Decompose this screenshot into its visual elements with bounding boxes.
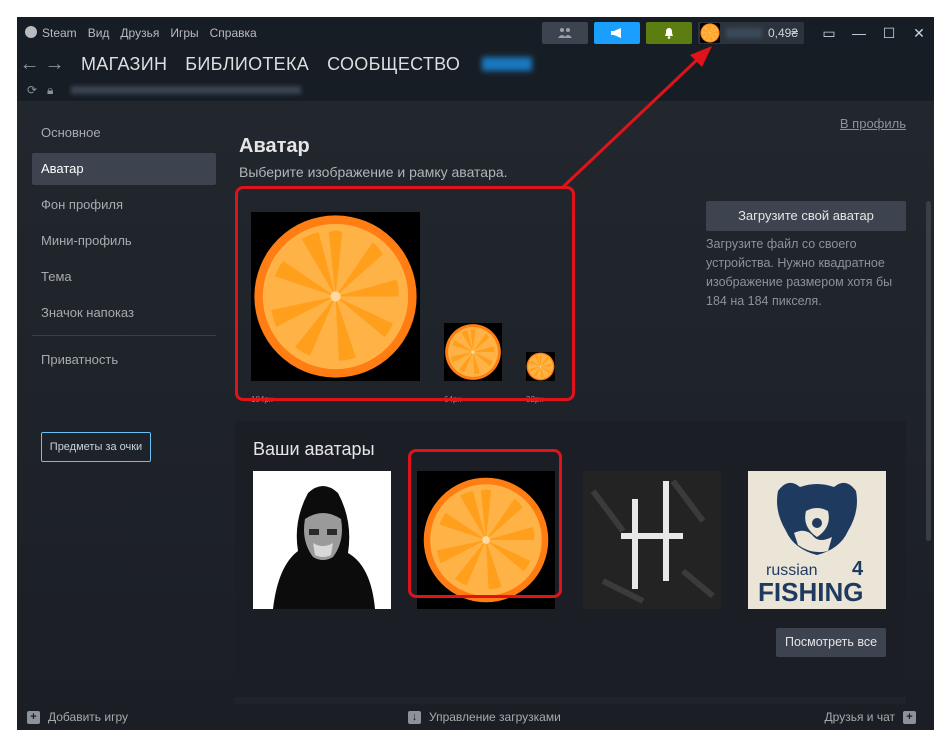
friends-chat-label: Друзья и чат <box>824 710 895 724</box>
avatar-option-hooded[interactable] <box>253 471 391 609</box>
wallet-balance: 0,49₴ <box>767 26 798 40</box>
title-bar: Steam Вид Друзья Игры Справка 0,49₴ ▭ — … <box>17 17 934 49</box>
url-blurred[interactable] <box>71 86 301 94</box>
account-menu[interactable]: 0,49₴ <box>697 22 804 44</box>
add-game-button[interactable]: + Добавить игру <box>27 710 128 724</box>
sidebar-item-badge[interactable]: Значок напоказ <box>32 297 216 329</box>
upload-description: Загрузите файл со своего устройства. Нуж… <box>706 237 893 308</box>
tab-library[interactable]: БИБЛИОТЕКА <box>185 54 309 75</box>
orange-avatar-icon <box>526 352 555 381</box>
tab-store[interactable]: МАГАЗИН <box>81 54 167 75</box>
downloads-label: Управление загрузками <box>429 710 561 724</box>
avatar-option-russian-fishing[interactable]: russian 4 FISHING <box>748 471 886 609</box>
your-avatars-panel: Ваши аватары russian 4 FISHING Посмотрет… <box>235 421 906 677</box>
bell-icon <box>664 28 673 39</box>
big-picture-icon[interactable]: ▭ <box>814 25 844 42</box>
menu-games[interactable]: Игры <box>170 26 198 40</box>
tab-profile-blurred[interactable] <box>482 57 533 71</box>
sidebar-item-privacy[interactable]: Приватность <box>32 344 216 376</box>
menu-bar: Steam Вид Друзья Игры Справка <box>25 26 268 40</box>
edit-profile-page: Основное Аватар Фон профиля Мини-профиль… <box>17 101 934 717</box>
avatar-option-crosses[interactable] <box>583 471 721 609</box>
friends-activity-button[interactable] <box>541 22 588 44</box>
titlebar-right: 0,49₴ ▭ — ☐ ✕ <box>541 21 934 45</box>
points-shop-button[interactable]: Предметы за очки <box>41 432 151 462</box>
page-subtitle: Выберите изображение и рамку аватара. <box>239 164 508 180</box>
avatar-preview-64 <box>444 323 502 381</box>
people-icon <box>557 28 572 38</box>
orange-avatar-icon <box>445 324 501 380</box>
avatar-preview: 184px 64px 32px <box>239 205 573 409</box>
download-icon: ↓ <box>408 710 421 724</box>
your-avatars-title: Ваши аватары <box>253 439 375 459</box>
minimize-icon[interactable]: — <box>844 25 874 41</box>
announcements-button[interactable] <box>593 22 640 44</box>
account-avatar <box>699 23 720 43</box>
hooded-figure-icon <box>253 471 391 609</box>
refresh-icon[interactable]: ⟳ <box>27 83 43 97</box>
window-controls: ▭ — ☐ ✕ <box>814 25 934 42</box>
steam-logo-icon <box>25 26 37 38</box>
page-title: Аватар <box>239 135 310 157</box>
sidebar-item-mini-profile[interactable]: Мини-профиль <box>32 225 216 257</box>
size-label-32: 32px <box>526 395 544 404</box>
sidebar-divider <box>32 335 216 336</box>
avatar-option-orange[interactable] <box>417 471 555 609</box>
avatar-preview-184 <box>251 212 420 381</box>
scrollbar[interactable] <box>926 201 931 541</box>
profile-sidebar: Основное Аватар Фон профиля Мини-профиль… <box>32 117 216 380</box>
menu-friends[interactable]: Друзья <box>120 26 159 40</box>
notifications-button[interactable] <box>645 22 692 44</box>
upload-avatar-button[interactable]: Загрузите свой аватар <box>706 201 906 231</box>
orange-avatar-icon <box>700 23 720 43</box>
chat-plus-icon: + <box>903 710 916 724</box>
downloads-button[interactable]: ↓ Управление загрузками <box>408 710 561 724</box>
maximize-icon[interactable]: ☐ <box>874 25 904 42</box>
url-bar: ⟳ 🔒︎ <box>17 79 934 101</box>
plus-icon: + <box>27 710 40 724</box>
status-bar: + Добавить игру ↓ Управление загрузками Др… <box>17 704 934 730</box>
tab-community[interactable]: СООБЩЕСТВО <box>327 54 460 75</box>
nav-bar: ← → МАГАЗИН БИБЛИОТЕКА СООБЩЕСТВО <box>17 49 934 79</box>
sidebar-item-avatar[interactable]: Аватар <box>32 153 216 185</box>
orange-avatar-icon <box>417 471 555 609</box>
view-all-button[interactable]: Посмотреть все <box>776 628 886 657</box>
lock-icon: 🔒︎ <box>47 82 54 97</box>
to-profile-link[interactable]: В профиль <box>840 116 906 131</box>
size-label-64: 64px <box>444 395 462 404</box>
friends-chat-button[interactable]: Друзья и чат + <box>825 710 924 724</box>
close-icon[interactable]: ✕ <box>904 25 934 42</box>
account-name-blurred <box>725 28 762 38</box>
back-arrow-icon[interactable]: ← <box>17 53 42 76</box>
steam-window: Steam Вид Друзья Игры Справка 0,49₴ ▭ — … <box>17 17 934 730</box>
size-label-184: 184px <box>251 395 273 404</box>
russian-fishing-logo-icon: russian 4 FISHING <box>748 471 886 609</box>
crosses-icon <box>583 471 721 609</box>
sidebar-item-general[interactable]: Основное <box>32 117 216 149</box>
avatar-preview-32 <box>526 352 555 381</box>
menu-help[interactable]: Справка <box>210 26 257 40</box>
forward-arrow-icon[interactable]: → <box>42 53 67 76</box>
megaphone-icon <box>610 28 621 38</box>
sidebar-item-theme[interactable]: Тема <box>32 261 216 293</box>
add-game-label: Добавить игру <box>48 710 128 724</box>
orange-avatar-icon <box>254 215 417 378</box>
menu-steam-label: Steam <box>42 26 77 40</box>
menu-steam[interactable]: Steam <box>25 26 77 40</box>
menu-view[interactable]: Вид <box>88 26 110 40</box>
svg-text:FISHING: FISHING <box>758 577 863 607</box>
sidebar-item-background[interactable]: Фон профиля <box>32 189 216 221</box>
